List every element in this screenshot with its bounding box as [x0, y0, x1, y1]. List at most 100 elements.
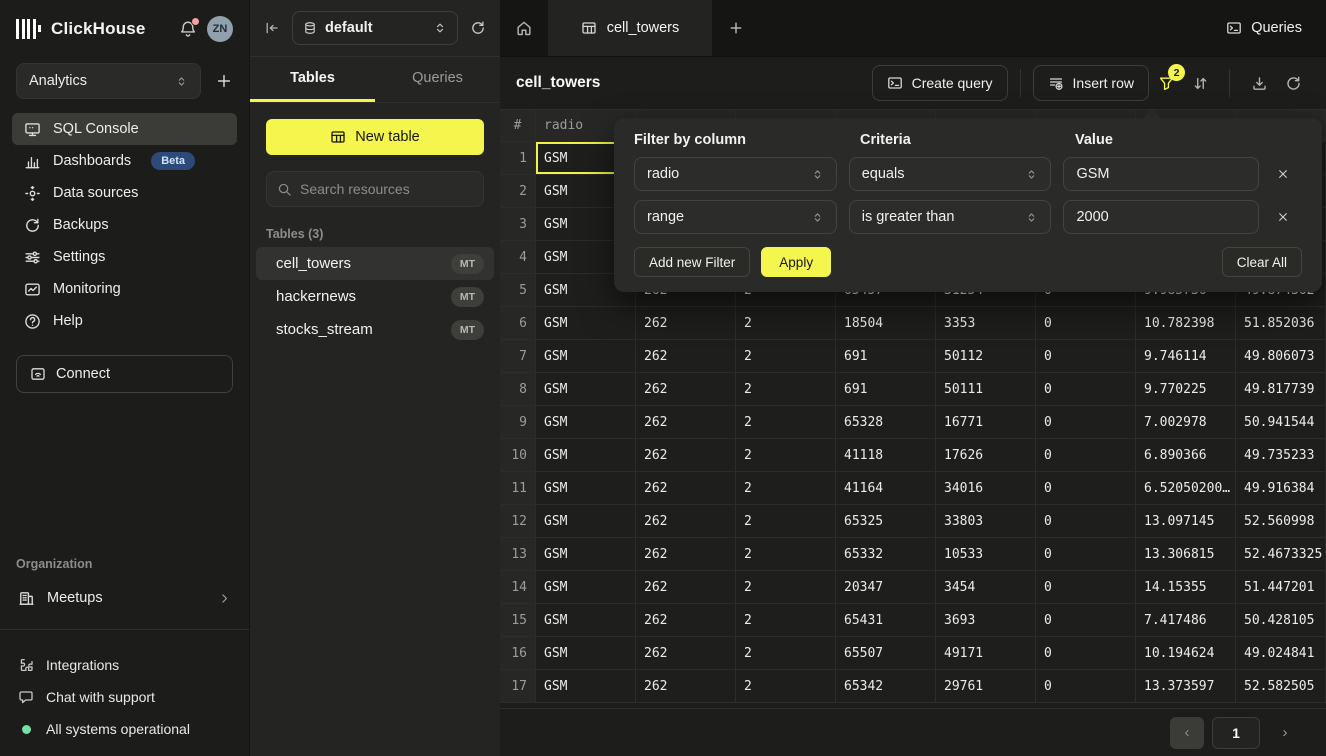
row-number[interactable]: 10 [500, 439, 536, 472]
table-cell[interactable]: GSM [536, 439, 636, 472]
table-cell[interactable]: GSM [536, 505, 636, 538]
sort-button[interactable] [1183, 66, 1217, 100]
refresh-table-button[interactable] [1276, 66, 1310, 100]
table-cell[interactable]: 65328 [836, 406, 936, 439]
table-cell[interactable]: 0 [1036, 406, 1136, 439]
new-tab-button[interactable] [712, 0, 760, 56]
table-cell[interactable]: GSM [536, 637, 636, 670]
table-cell[interactable]: 2 [736, 472, 836, 505]
filter-value-input[interactable] [1063, 200, 1259, 234]
table-cell[interactable]: 691 [836, 340, 936, 373]
table-cell[interactable]: 65507 [836, 637, 936, 670]
table-cell[interactable]: 0 [1036, 505, 1136, 538]
table-cell[interactable]: 2 [736, 406, 836, 439]
row-number[interactable]: 7 [500, 340, 536, 373]
clear-all-filters-button[interactable]: Clear All [1222, 247, 1302, 277]
table-cell[interactable]: 0 [1036, 373, 1136, 406]
row-number[interactable]: 3 [500, 208, 536, 241]
table-cell[interactable]: 2 [736, 505, 836, 538]
footer-item-all-systems-operational[interactable]: All systems operational [0, 714, 249, 744]
table-cell[interactable]: 49.817739 [1236, 373, 1326, 406]
table-cell[interactable]: 49.735233 [1236, 439, 1326, 472]
table-cell[interactable]: 49.806073 [1236, 340, 1326, 373]
table-cell[interactable]: GSM [536, 538, 636, 571]
filter-value-input[interactable] [1063, 157, 1259, 191]
refresh-explorer-icon[interactable] [470, 20, 486, 36]
new-table-button[interactable]: New table [266, 119, 484, 155]
table-cell[interactable]: 52.4673325 [1236, 538, 1326, 571]
table-cell[interactable]: 262 [636, 307, 736, 340]
table-cell[interactable]: 6.52050200… [1136, 472, 1236, 505]
table-cell[interactable]: 34016 [936, 472, 1036, 505]
table-cell[interactable]: 0 [1036, 340, 1136, 373]
row-number[interactable]: 11 [500, 472, 536, 505]
table-cell[interactable]: 2 [736, 670, 836, 703]
filter-criteria-select[interactable]: is greater than [849, 200, 1052, 234]
table-cell[interactable]: 2 [736, 439, 836, 472]
row-number[interactable]: 4 [500, 241, 536, 274]
table-cell[interactable]: 14.15355 [1136, 571, 1236, 604]
table-cell[interactable]: 41164 [836, 472, 936, 505]
explorer-tab-tables[interactable]: Tables [250, 57, 375, 102]
table-cell[interactable]: 262 [636, 670, 736, 703]
filter-criteria-select[interactable]: equals [849, 157, 1052, 191]
table-cell[interactable]: 50.428105 [1236, 604, 1326, 637]
table-cell[interactable]: 3693 [936, 604, 1036, 637]
table-cell[interactable]: 9.746114 [1136, 340, 1236, 373]
sidebar-item-monitoring[interactable]: Monitoring [12, 273, 237, 305]
table-list-item-cell-towers[interactable]: cell_towersMT [256, 247, 494, 280]
table-cell[interactable]: 2 [736, 571, 836, 604]
footer-item-chat-with-support[interactable]: Chat with support [0, 682, 249, 712]
table-cell[interactable]: 49171 [936, 637, 1036, 670]
table-cell[interactable]: 41118 [836, 439, 936, 472]
search-resources-box[interactable] [266, 171, 484, 207]
row-number[interactable]: 13 [500, 538, 536, 571]
table-cell[interactable]: 2 [736, 538, 836, 571]
filter-button[interactable]: 2 [1149, 66, 1183, 100]
insert-row-button[interactable]: Insert row [1033, 65, 1149, 101]
table-cell[interactable]: 29761 [936, 670, 1036, 703]
table-cell[interactable]: 262 [636, 340, 736, 373]
table-cell[interactable]: 262 [636, 472, 736, 505]
row-number[interactable]: 2 [500, 175, 536, 208]
table-list-item-stocks-stream[interactable]: stocks_streamMT [256, 313, 494, 346]
tab-cell-towers[interactable]: cell_towers [548, 0, 712, 56]
table-cell[interactable]: 52.582505 [1236, 670, 1326, 703]
table-cell[interactable]: 262 [636, 538, 736, 571]
row-number[interactable]: 6 [500, 307, 536, 340]
footer-item-integrations[interactable]: Integrations [0, 650, 249, 680]
table-cell[interactable]: GSM [536, 472, 636, 505]
table-cell[interactable]: 51.447201 [1236, 571, 1326, 604]
row-number[interactable]: 12 [500, 505, 536, 538]
table-cell[interactable]: 10.782398 [1136, 307, 1236, 340]
table-cell[interactable]: 0 [1036, 538, 1136, 571]
sidebar-item-dashboards[interactable]: DashboardsBeta [12, 145, 237, 177]
database-select[interactable]: default [292, 11, 458, 45]
table-cell[interactable]: 2 [736, 340, 836, 373]
row-number[interactable]: 14 [500, 571, 536, 604]
grid-header-index[interactable]: # [500, 110, 536, 142]
table-cell[interactable]: GSM [536, 307, 636, 340]
table-cell[interactable]: 13.097145 [1136, 505, 1236, 538]
table-cell[interactable]: 262 [636, 439, 736, 472]
table-cell[interactable]: 0 [1036, 439, 1136, 472]
workspace-select[interactable]: Analytics [16, 63, 201, 99]
table-cell[interactable]: 0 [1036, 637, 1136, 670]
next-page-button[interactable]: › [1268, 717, 1302, 749]
sidebar-item-data-sources[interactable]: Data sources [12, 177, 237, 209]
filter-column-select[interactable]: radio [634, 157, 837, 191]
table-cell[interactable]: 0 [1036, 670, 1136, 703]
table-cell[interactable]: 13.306815 [1136, 538, 1236, 571]
table-cell[interactable]: 10533 [936, 538, 1036, 571]
table-cell[interactable]: 20347 [836, 571, 936, 604]
table-cell[interactable]: GSM [536, 571, 636, 604]
table-cell[interactable]: 3454 [936, 571, 1036, 604]
table-cell[interactable]: 10.194624 [1136, 637, 1236, 670]
table-cell[interactable]: 2 [736, 637, 836, 670]
table-cell[interactable]: 3353 [936, 307, 1036, 340]
explorer-tab-queries[interactable]: Queries [375, 57, 500, 102]
new-workspace-button[interactable] [215, 72, 233, 90]
table-cell[interactable]: 262 [636, 406, 736, 439]
table-cell[interactable]: 50112 [936, 340, 1036, 373]
table-cell[interactable]: 691 [836, 373, 936, 406]
